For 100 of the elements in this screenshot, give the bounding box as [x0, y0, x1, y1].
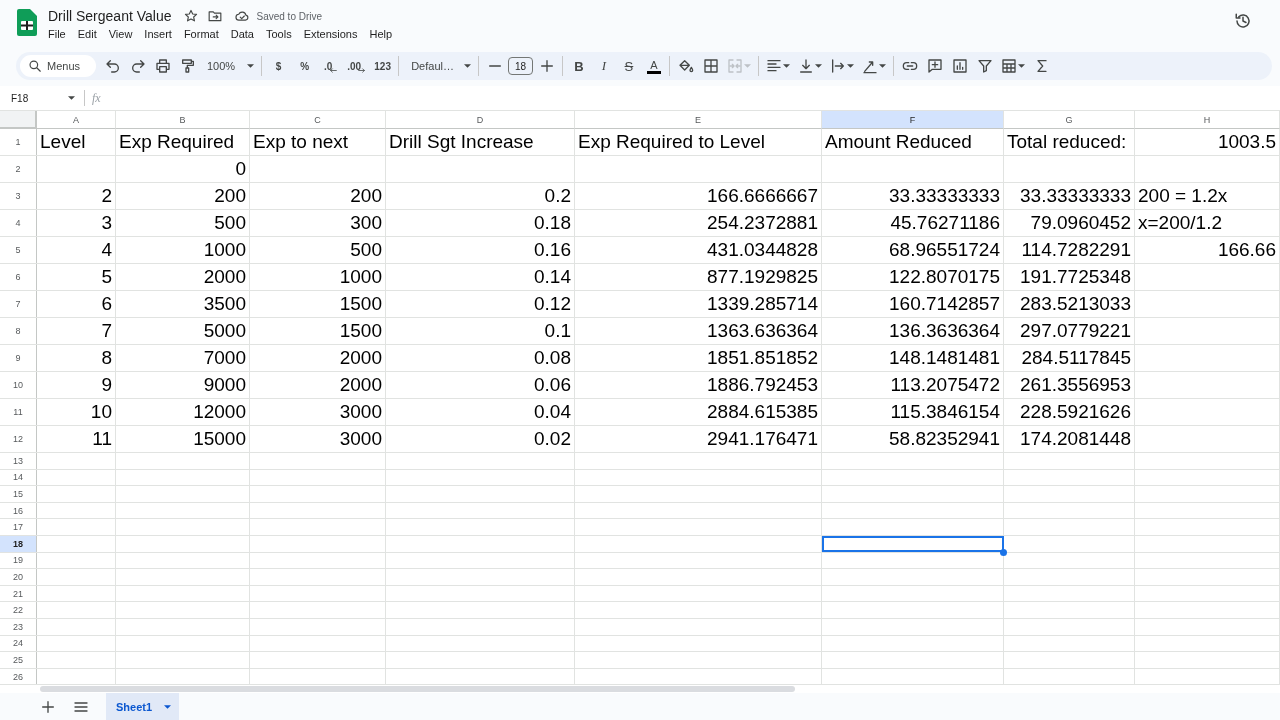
- menu-item[interactable]: Format: [177, 26, 225, 42]
- table-cell-text: 9000: [202, 373, 247, 397]
- table-cell-text: 228.5921626: [1019, 400, 1132, 424]
- strikethrough-button[interactable]: S: [616, 54, 641, 78]
- percent-format-button[interactable]: %: [292, 54, 318, 78]
- table-cell-text: 174.2081448: [1019, 427, 1132, 451]
- table-cell-text: 1500: [338, 292, 383, 316]
- menu-item[interactable]: Extensions: [297, 26, 364, 42]
- table-cell-text: 166.66: [1216, 238, 1277, 262]
- selected-cell[interactable]: [822, 535, 1004, 552]
- font-size-field[interactable]: 18: [507, 57, 533, 75]
- column-header[interactable]: D: [386, 111, 575, 129]
- table-cell-text: Exp to next: [252, 130, 350, 154]
- caret-icon[interactable]: [463, 64, 471, 68]
- currency-format-button[interactable]: $: [266, 54, 292, 78]
- table-cell-text: 1851.851852: [706, 346, 819, 370]
- table-cell-text: 115.3846154: [889, 400, 1001, 424]
- caret-icon[interactable]: [783, 64, 791, 68]
- search-icon[interactable]: [28, 59, 42, 73]
- table-cell-text: 0.08: [533, 346, 572, 370]
- history-icon[interactable]: [1234, 12, 1252, 30]
- table-cell-text: Total reduced:: [1006, 130, 1128, 154]
- table-cell-text: 148.1481481: [888, 346, 1001, 370]
- menu-item[interactable]: Data: [224, 26, 260, 42]
- table-cell-text: 7: [100, 319, 113, 343]
- table-cell-text: 431.0344828: [706, 238, 819, 262]
- column-header[interactable]: B: [116, 111, 250, 129]
- left-arrow-icon[interactable]: [329, 68, 338, 73]
- document-title[interactable]: Drill Sergeant Value: [48, 8, 172, 24]
- table-cell-text: 12000: [192, 400, 247, 424]
- table-cell-text: 58.82352941: [888, 427, 1001, 451]
- text-rotation-icon[interactable]: [862, 58, 879, 74]
- table-cell-text: Exp Required to Level: [577, 130, 766, 154]
- menu-item[interactable]: Help: [363, 26, 399, 42]
- search-field[interactable]: Menus: [20, 55, 96, 77]
- bold-button[interactable]: B: [566, 54, 591, 78]
- table-cell-text: 1339.285714: [706, 292, 819, 316]
- table-cell-text: 0.12: [533, 292, 572, 316]
- column-header[interactable]: A: [37, 111, 116, 129]
- table-cell-text: 0: [234, 157, 247, 181]
- more-formats-button[interactable]: 123: [370, 54, 396, 78]
- caret-icon[interactable]: [68, 96, 75, 100]
- font-dropdown[interactable]: Defaul…: [403, 54, 475, 78]
- table-cell-text: 6: [100, 292, 113, 316]
- plus-icon[interactable]: [40, 698, 56, 715]
- table-cell-text: 261.3556953: [1019, 373, 1132, 397]
- spreadsheet-logo-icon[interactable]: [17, 9, 37, 36]
- column-header[interactable]: H: [1135, 111, 1280, 129]
- table-cell-text: 160.7142857: [888, 292, 1001, 316]
- caret-icon[interactable]: [879, 64, 887, 68]
- menu-item[interactable]: Tools: [259, 26, 298, 42]
- table-cell-text: 5: [100, 265, 113, 289]
- fill-handle[interactable]: [1000, 548, 1007, 556]
- column-header[interactable]: C: [250, 111, 386, 129]
- menu-item[interactable]: Edit: [71, 26, 103, 42]
- decrease-decimal-button[interactable]: .0: [318, 54, 344, 78]
- table-cell-text: 8: [100, 346, 113, 370]
- table-cell-text: 5000: [202, 319, 247, 343]
- align-bottom-icon[interactable]: [798, 58, 815, 74]
- column-header[interactable]: E: [575, 111, 822, 129]
- table-cell-text: 284.5117845: [1020, 346, 1132, 370]
- menu-item[interactable]: View: [102, 26, 139, 42]
- table-cell-text: x=200/1.2: [1137, 211, 1223, 235]
- table-cell-text: 4: [100, 238, 113, 262]
- column-header[interactable]: F: [822, 111, 1004, 129]
- table-cell-text: 2: [100, 184, 113, 208]
- sheet-tab[interactable]: Sheet1: [106, 693, 180, 720]
- scrollbar-thumb[interactable]: [40, 686, 795, 692]
- right-arrow-icon[interactable]: [358, 68, 367, 73]
- text-color-button[interactable]: A: [641, 54, 666, 78]
- caret-icon[interactable]: [815, 64, 823, 68]
- table-cell-text: 2000: [338, 346, 383, 370]
- text-wrap-icon[interactable]: [830, 58, 847, 74]
- column-header[interactable]: G: [1004, 111, 1135, 129]
- table-cell-text: 1363.636364: [706, 319, 819, 343]
- menu-item[interactable]: File: [42, 26, 72, 42]
- table-cell-text: 3000: [338, 427, 383, 451]
- table-icon[interactable]: [1001, 58, 1018, 74]
- table-cell-text: 1000: [202, 238, 247, 262]
- table-cell-text: 300: [349, 211, 383, 235]
- table-cell-text: 1003.5: [1216, 130, 1277, 154]
- name-box[interactable]: F18: [4, 88, 78, 108]
- caret-icon[interactable]: [164, 704, 172, 709]
- table-cell-text: 191.7725348: [1019, 265, 1132, 289]
- increase-decimal-button[interactable]: .00: [344, 54, 370, 78]
- table-cell-text: 200: [213, 184, 247, 208]
- zoom-dropdown[interactable]: 100%: [201, 54, 259, 78]
- menu-item[interactable]: Insert: [138, 26, 178, 42]
- caret-icon[interactable]: [847, 64, 855, 68]
- caret-icon[interactable]: [247, 64, 255, 68]
- save-status: Saved to Drive: [256, 10, 323, 22]
- table-cell-text: 2000: [202, 265, 247, 289]
- table-cell-text: 15000: [192, 427, 247, 451]
- table-cell-text: 166.6666667: [706, 184, 819, 208]
- formula-label: fx: [92, 90, 101, 106]
- caret-icon[interactable]: [1018, 64, 1026, 68]
- table-cell-text: 0.14: [533, 265, 572, 289]
- italic-button[interactable]: I: [591, 54, 616, 78]
- table-cell-text: 297.0779221: [1019, 319, 1132, 343]
- align-left-icon[interactable]: [766, 58, 783, 74]
